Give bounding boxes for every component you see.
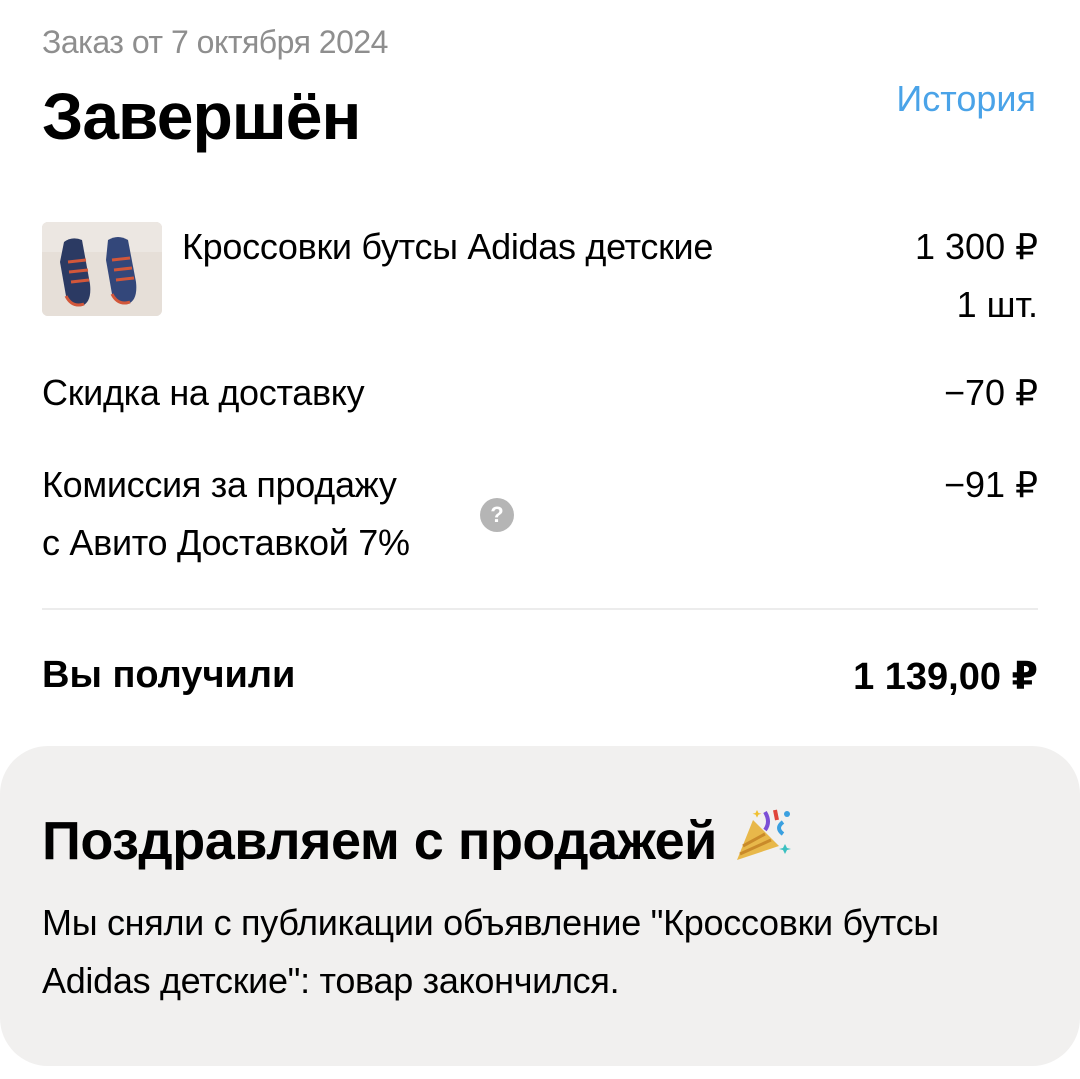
history-link[interactable]: История (896, 78, 1036, 120)
congrats-title: Поздравляем с продажей (42, 804, 795, 877)
product-thumbnail[interactable] (42, 222, 162, 316)
product-quantity: 1 шт. (956, 284, 1038, 325)
congrats-message: Мы сняли с публикации объявление "Кроссо… (42, 902, 939, 1001)
total-value: 1 139,00 ₽ (853, 656, 1038, 698)
product-price: 1 300 ₽ (915, 226, 1038, 267)
delivery-discount-value: −70 ₽ (944, 372, 1038, 413)
order-status-title: Завершён (42, 79, 361, 153)
divider (42, 608, 1038, 610)
delivery-discount-label: Скидка на доставку (42, 372, 365, 413)
congrats-title-text: Поздравляем с продажей (42, 810, 717, 871)
congrats-card: Поздравляем с продажей Мы сняли с публик… (0, 746, 1080, 1066)
commission-label-line1: Комиссия за продажу (42, 464, 397, 505)
total-label: Вы получили (42, 654, 296, 696)
product-name[interactable]: Кроссовки бутсы Adidas детские (182, 226, 713, 268)
commission-value: −91 ₽ (944, 464, 1038, 505)
commission-label-line2: с Авито Доставкой 7% (42, 522, 410, 563)
order-date: Заказ от 7 октября 2024 (42, 24, 388, 60)
party-popper-icon (731, 804, 795, 877)
question-mark-icon[interactable]: ? (480, 498, 514, 532)
sneakers-photo-icon (42, 222, 162, 316)
